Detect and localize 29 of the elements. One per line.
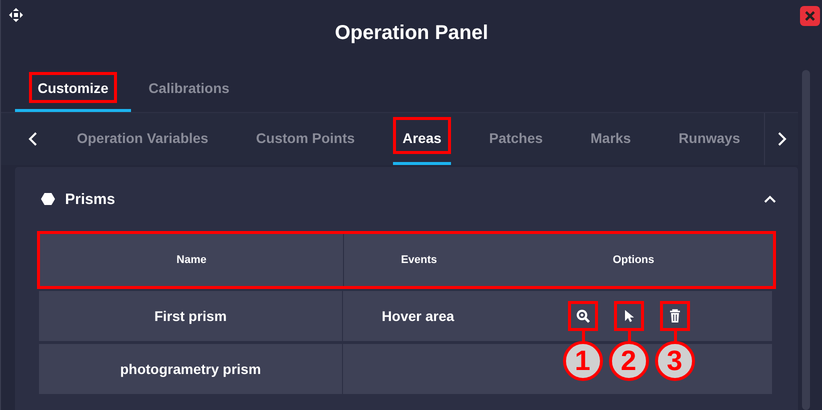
tab[interactable]: Operation Variables	[66, 113, 218, 165]
close-icon	[804, 10, 816, 22]
trash-icon	[668, 309, 680, 323]
delete-button[interactable]	[660, 301, 690, 331]
tab[interactable]: Runways	[668, 113, 750, 165]
tab[interactable]: Calibrations	[131, 66, 247, 112]
section-title: Prisms	[65, 190, 116, 208]
window-title: Operation Panel	[334, 22, 488, 44]
close-button[interactable]	[800, 6, 820, 26]
tab[interactable]: Marks	[580, 113, 641, 165]
tab[interactable]: Patches	[479, 113, 553, 165]
move-icon[interactable]	[9, 8, 23, 22]
cursor-icon	[622, 309, 634, 323]
chevron-left-icon	[28, 131, 38, 147]
search-icon	[576, 309, 590, 323]
select-button[interactable]	[614, 301, 644, 331]
column-header: Name	[176, 254, 206, 266]
column-header: Options	[612, 254, 654, 266]
tab[interactable]: Custom Points	[246, 113, 365, 165]
table-cell: photogrametry prism	[120, 361, 261, 377]
zoom-button[interactable]	[568, 301, 598, 331]
column-header: Events	[400, 254, 438, 266]
hexagon-icon	[41, 193, 55, 205]
table-cell: Hover area	[382, 308, 454, 324]
table-cell: First prism	[154, 308, 227, 324]
collapse-icon[interactable]	[764, 195, 776, 203]
chevron-right-icon	[776, 131, 786, 147]
tab[interactable]: Customize	[15, 66, 131, 112]
tab[interactable]: Areas	[392, 113, 452, 165]
